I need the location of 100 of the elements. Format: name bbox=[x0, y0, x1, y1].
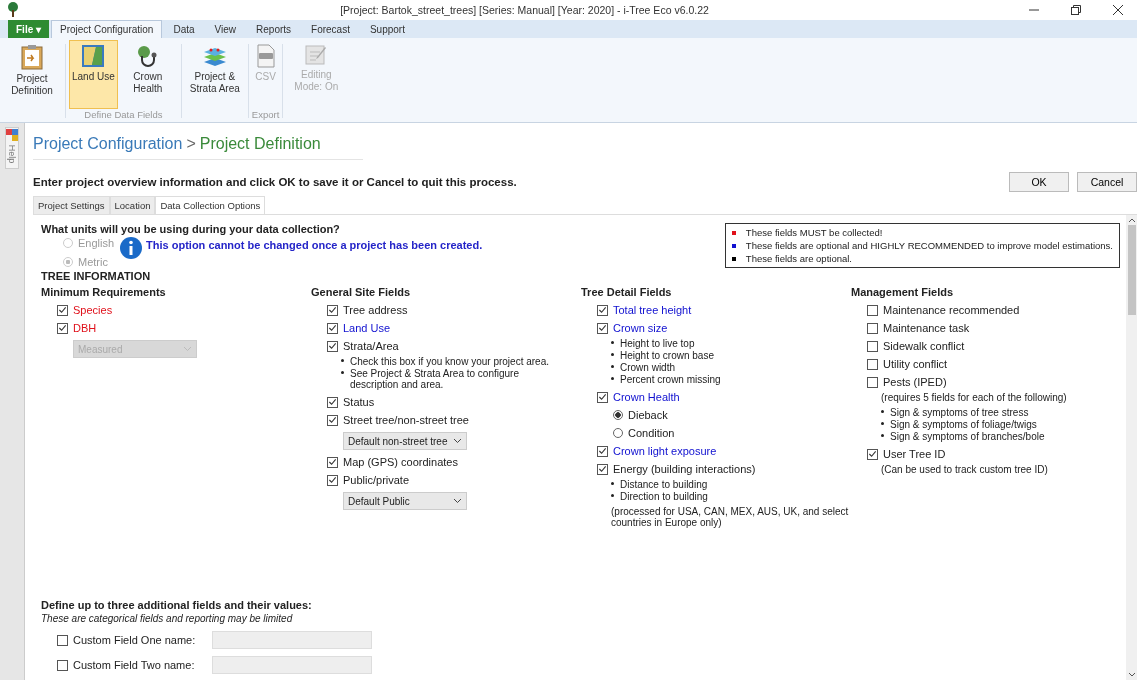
checkbox[interactable] bbox=[867, 376, 878, 388]
field-label: Street tree/non-street tree bbox=[343, 414, 469, 426]
ribbon-button[interactable]: Project Definition bbox=[2, 40, 62, 122]
scrollbar[interactable] bbox=[1126, 215, 1137, 680]
window-title: [Project: Bartok_street_trees] [Series: Manual] [Year: 2020] - i-Tree Eco v6.0.22 bbox=[339, 4, 710, 16]
scroll-up-icon[interactable] bbox=[1127, 217, 1136, 223]
radio-label: English bbox=[78, 237, 115, 249]
caret-icon bbox=[453, 498, 462, 504]
bullet-text: Height to live top bbox=[620, 338, 695, 349]
caret-icon bbox=[183, 346, 192, 352]
ribbon-tab[interactable]: Forecast bbox=[302, 20, 359, 38]
checkbox[interactable] bbox=[57, 634, 68, 646]
info-icon bbox=[120, 237, 143, 259]
field-label: Public/private bbox=[343, 474, 410, 486]
map-icon bbox=[81, 44, 106, 68]
bullet-text: See Project & Strata Area to configure description and area. bbox=[350, 368, 520, 390]
checkbox[interactable] bbox=[867, 340, 878, 352]
legend-text: These fields are optional and HIGHLY RECOMMENDED to improve model estimations. bbox=[745, 240, 1113, 251]
ribbon-tab[interactable]: Reports bbox=[247, 20, 301, 38]
dialog-button[interactable]: OK bbox=[1009, 172, 1069, 192]
field-label: Energy (building interactions) bbox=[613, 463, 756, 475]
help-icon bbox=[6, 129, 18, 141]
field-label: Crown light exposure bbox=[613, 445, 717, 457]
checkbox[interactable] bbox=[327, 304, 338, 316]
legend-text: These fields are optional. bbox=[745, 253, 852, 264]
field-label: DBH bbox=[73, 322, 97, 334]
radio-button[interactable] bbox=[613, 428, 623, 438]
checkbox[interactable] bbox=[597, 304, 608, 316]
checkbox[interactable] bbox=[327, 414, 338, 426]
dialog-button[interactable]: Cancel bbox=[1077, 172, 1137, 192]
ribbon-group-label: Export bbox=[251, 109, 280, 122]
bullet-text: Percent crown missing bbox=[620, 374, 721, 385]
section-heading: Define up to three additional fields and their values: bbox=[41, 599, 313, 611]
instruction-text: Enter project overview information and click OK to save it or Cancel to quit this process. bbox=[33, 176, 517, 188]
dropdown[interactable]: Default Public bbox=[343, 492, 467, 510]
ribbon-tab[interactable]: Support bbox=[360, 20, 414, 38]
checkbox[interactable] bbox=[57, 304, 68, 316]
checkbox[interactable] bbox=[597, 463, 608, 475]
ribbon-tab[interactable]: View bbox=[205, 20, 246, 38]
tab[interactable]: Location bbox=[109, 196, 156, 214]
field-label: User Tree ID bbox=[883, 448, 946, 460]
ribbon-group-label: Define Data Fields bbox=[84, 109, 163, 122]
field-label: Map (GPS) coordinates bbox=[343, 456, 458, 468]
checkbox[interactable] bbox=[327, 322, 338, 334]
field-label: Custom Field Two name: bbox=[73, 659, 196, 671]
checkbox[interactable] bbox=[867, 322, 878, 334]
ribbon-button[interactable]: Land Use bbox=[69, 40, 118, 109]
checkbox[interactable] bbox=[597, 445, 608, 457]
radio-label: Metric bbox=[78, 256, 108, 268]
file-menu-button[interactable]: File ▾ bbox=[8, 20, 49, 38]
csv-file-icon bbox=[255, 44, 276, 68]
ribbon-button[interactable]: Project & Strata Area bbox=[184, 40, 245, 122]
field-label: Crown Health bbox=[613, 391, 680, 403]
field-label: Strata/Area bbox=[343, 340, 399, 352]
tab[interactable]: Data Collection Options bbox=[155, 196, 266, 214]
input-field[interactable] bbox=[212, 631, 372, 649]
checkbox[interactable] bbox=[327, 340, 338, 352]
ribbon-tab[interactable]: Project Configuration bbox=[51, 20, 163, 38]
checkbox[interactable] bbox=[867, 304, 878, 316]
field-label: Utility conflict bbox=[883, 358, 948, 370]
restore-icon[interactable] bbox=[1071, 5, 1081, 15]
bullet-text: Check this box if you know your project area. bbox=[350, 356, 549, 367]
checkbox[interactable] bbox=[597, 391, 608, 403]
scrollbar-thumb[interactable] bbox=[1127, 225, 1136, 315]
field-label: Crown size bbox=[613, 322, 668, 334]
field-label: Tree address bbox=[343, 304, 408, 316]
radio-label: Dieback bbox=[628, 409, 668, 421]
units-question: What units will you be using during your data collection? bbox=[41, 223, 340, 235]
field-label: Pests (IPED) bbox=[883, 376, 947, 388]
field-label: Total tree height bbox=[613, 304, 692, 316]
help-tab[interactable]: Help bbox=[5, 127, 19, 169]
tab[interactable]: Project Settings bbox=[33, 196, 110, 214]
field-label: Status bbox=[343, 396, 375, 408]
tree-app-icon bbox=[6, 2, 20, 18]
bullet-text: Sign & symptoms of branches/bole bbox=[890, 431, 1045, 442]
bullet-text: Crown width bbox=[620, 362, 676, 373]
radio-label: Condition bbox=[628, 427, 675, 439]
bullet-text: Sign & symptoms of foliage/twigs bbox=[890, 419, 1037, 430]
input-field[interactable] bbox=[212, 656, 372, 674]
breadcrumb-link[interactable]: Project Configuration bbox=[33, 135, 183, 153]
checkbox[interactable] bbox=[327, 456, 338, 468]
column-heading: Minimum Requirements bbox=[41, 286, 166, 298]
field-label: Custom Field One name: bbox=[73, 634, 197, 646]
checkbox[interactable] bbox=[867, 448, 878, 460]
note-text: (Can be used to track custom tree ID) bbox=[880, 464, 1049, 475]
bullet-text: Sign & symptoms of tree stress bbox=[890, 407, 1029, 418]
field-label: Species bbox=[73, 304, 113, 316]
checkbox[interactable] bbox=[327, 396, 338, 408]
radio-button[interactable] bbox=[613, 410, 623, 420]
checkbox[interactable] bbox=[597, 322, 608, 334]
note-text: (requires 5 fields for each of the following) bbox=[880, 392, 1068, 403]
ribbon-button[interactable]: Crown Health bbox=[117, 40, 178, 109]
checkbox[interactable] bbox=[57, 322, 68, 334]
ribbon-tab[interactable]: Data bbox=[164, 20, 204, 38]
dropdown[interactable]: Default non-street tree bbox=[343, 432, 467, 450]
close-icon[interactable] bbox=[1113, 5, 1123, 15]
checkbox[interactable] bbox=[867, 358, 878, 370]
checkbox[interactable] bbox=[57, 659, 68, 671]
checkbox[interactable] bbox=[327, 474, 338, 486]
scroll-down-icon[interactable] bbox=[1127, 672, 1136, 678]
